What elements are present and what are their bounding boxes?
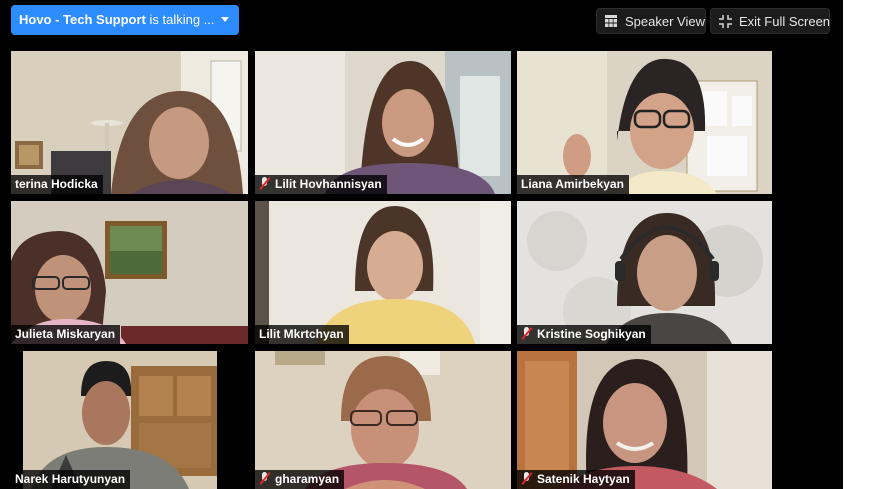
participant-video-feed: [517, 201, 772, 344]
participant-tile[interactable]: Narek Harutyunyan: [11, 351, 217, 489]
participant-tile[interactable]: Lilit Mkrtchyan: [255, 201, 511, 344]
speaker-view-button[interactable]: Speaker View: [596, 8, 706, 34]
participant-name-label: Lilit Hovhannisyan: [255, 175, 387, 194]
exit-full-screen-icon: [719, 15, 732, 28]
participant-video-feed: [11, 51, 248, 194]
participant-name-label: Satenik Haytyan: [517, 470, 635, 489]
page-margin: [843, 0, 870, 489]
muted-mic-icon: [521, 327, 533, 340]
active-speaker-name: Hovo - Tech Support: [19, 12, 146, 27]
participant-name-label: gharamyan: [255, 470, 345, 489]
participant-video-feed: [517, 351, 772, 489]
participant-video-feed: [255, 51, 511, 194]
participant-name-label: terina Hodicka: [11, 175, 103, 194]
participant-tile[interactable]: gharamyan: [255, 351, 511, 489]
muted-mic-icon: [521, 472, 533, 485]
speaker-view-icon: [605, 15, 617, 27]
participant-video-feed: [517, 51, 772, 194]
participant-name-label: Lilit Mkrtchyan: [255, 325, 349, 344]
participant-tile[interactable]: Liana Amirbekyan: [517, 51, 772, 194]
exit-full-screen-button[interactable]: Exit Full Screen: [710, 8, 830, 34]
participant-video-feed: [23, 351, 217, 489]
muted-mic-icon: [259, 472, 271, 485]
participant-video-feed: [11, 201, 248, 344]
exit-full-screen-label: Exit Full Screen: [739, 14, 831, 29]
participant-tile[interactable]: Kristine Soghikyan: [517, 201, 772, 344]
participant-tile[interactable]: terina Hodicka: [11, 51, 248, 194]
chevron-down-icon: [221, 17, 229, 22]
participant-video-feed: [255, 351, 511, 489]
participant-name-label: Kristine Soghikyan: [517, 325, 651, 344]
muted-mic-icon: [259, 177, 271, 190]
participant-name-label: Liana Amirbekyan: [517, 175, 629, 194]
participant-video-feed: [255, 201, 511, 344]
active-speaker-dropdown[interactable]: Hovo - Tech Support is talking ...: [11, 5, 239, 35]
participant-tile[interactable]: Satenik Haytyan: [517, 351, 772, 489]
participant-tile[interactable]: Julieta Miskaryan: [11, 201, 248, 344]
participant-tile[interactable]: Lilit Hovhannisyan: [255, 51, 511, 194]
active-speaker-status: is talking ...: [145, 12, 215, 27]
meeting-gallery-view: Hovo - Tech Support is talking ... Speak…: [0, 0, 843, 489]
speaker-view-label: Speaker View: [625, 14, 705, 29]
participant-name-label: Narek Harutyunyan: [11, 470, 131, 489]
participant-name-label: Julieta Miskaryan: [11, 325, 121, 344]
